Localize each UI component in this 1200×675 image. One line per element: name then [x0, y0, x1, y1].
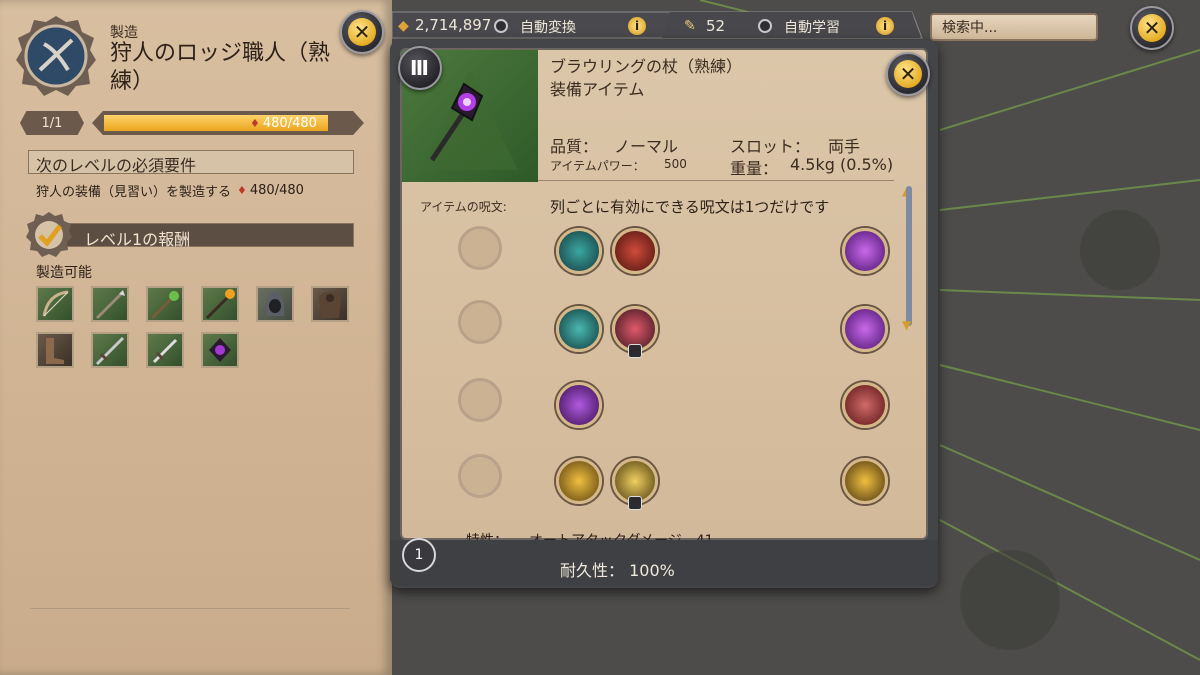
quality-label: 品質： [550, 137, 599, 156]
spell-leap-icon[interactable] [556, 306, 602, 352]
scrollbar[interactable] [906, 186, 912, 326]
spell-dash-icon[interactable] [556, 228, 602, 274]
spell-panther-icon[interactable] [556, 382, 602, 428]
craftable-label: 製造可能 [36, 265, 92, 281]
xp-bar-label: ♦ 480/480 [250, 115, 317, 131]
q-slot-icon [458, 226, 502, 270]
spell-werebear-icon[interactable] [842, 228, 888, 274]
slot-value: 両手 [828, 137, 861, 156]
spell-bloodlust-icon[interactable] [842, 382, 888, 428]
weight-label: 重量： [730, 159, 779, 178]
crafting-point-icon: ♦ [237, 184, 247, 197]
sword-icon[interactable] [146, 332, 184, 368]
auto-convert-toggle-icon[interactable] [494, 19, 508, 33]
spell-claw-icon[interactable] [612, 228, 658, 274]
xp-value: 480/480 [262, 115, 317, 131]
auto-learn-label: 自動学習 [784, 20, 840, 36]
close-window-button[interactable]: ✕ [1130, 6, 1174, 50]
stats-divider [538, 180, 894, 181]
weight-value: 4.5kg (0.5%) [790, 155, 894, 174]
profession-category: 製造 [110, 25, 138, 41]
hood-icon[interactable] [256, 286, 294, 322]
close-panel-button[interactable]: ✕ [340, 10, 384, 54]
item-power-label: アイテムパワー： [550, 159, 645, 173]
green-staff-icon[interactable] [146, 286, 184, 322]
torch-staff-icon[interactable] [201, 286, 239, 322]
spell-heart-icon[interactable] [556, 458, 602, 504]
menu-bars-icon: Ⅲ [410, 56, 430, 80]
amulet-icon[interactable] [201, 332, 239, 368]
requirement-text: 狩人の装備（見習い）を製造する [36, 185, 232, 200]
spells-header: アイテムの呪文: [420, 200, 507, 214]
e-slot-icon [458, 378, 502, 422]
silver-currency-icon: ◆ [398, 18, 409, 34]
passive-slot-icon [458, 454, 502, 498]
auto-convert-info-icon[interactable]: i [628, 17, 646, 35]
close-icon: ✕ [348, 18, 376, 46]
spells-note: 列ごとに有効にできる呪文は1つだけです [550, 198, 830, 216]
close-item-button[interactable]: ✕ [886, 52, 930, 96]
quality-value: ノーマル [614, 137, 679, 156]
hunter-lodge-emblem-icon [16, 16, 96, 96]
requirement-count-value: 480/480 [249, 183, 304, 198]
greatsword-icon[interactable] [91, 332, 129, 368]
requirements-title: 次のレベルの必須要件 [36, 156, 197, 175]
slot-label: スロット： [730, 137, 811, 156]
tome-icon: ✎ [684, 18, 696, 34]
gold-amount: 2,714,897 [415, 16, 492, 34]
reward-checkmark-icon [26, 212, 72, 257]
crafting-point-icon: ♦ [250, 116, 260, 130]
level-badge: 1/1 [20, 111, 84, 135]
spear-icon[interactable] [91, 286, 129, 322]
profession-title: 狩人のロッジ職人（熟練） [110, 41, 331, 94]
search-input[interactable] [930, 13, 1098, 41]
lock-icon [628, 344, 642, 358]
page-number-badge[interactable]: 1 [402, 538, 436, 572]
boots-icon[interactable] [36, 332, 74, 368]
w-slot-icon [458, 300, 502, 344]
tome-count: 52 [706, 17, 726, 35]
item-name: ブラウリングの杖（熟練） [550, 57, 743, 76]
reward-title: レベル1の報酬 [84, 230, 191, 249]
requirement-row: 狩人の装備（見習い）を製造する ♦ 480/480 [36, 181, 304, 200]
item-type: 装備アイテム [550, 80, 645, 99]
item-power-value: 500 [664, 157, 687, 171]
close-icon: ✕ [1138, 14, 1166, 42]
durability-text: 耐久性： 100% [560, 561, 675, 580]
scroll-down-arrow-icon[interactable]: ▼ [902, 318, 911, 332]
lock-icon [628, 496, 642, 510]
panel-divider [30, 608, 350, 609]
close-icon: ✕ [894, 60, 922, 88]
auto-convert-label: 自動変換 [520, 20, 576, 36]
requirement-count: ♦ 480/480 [237, 183, 304, 198]
auto-learn-toggle-icon[interactable] [758, 19, 772, 33]
item-menu-button[interactable]: Ⅲ [398, 46, 442, 90]
armor-icon[interactable] [311, 286, 349, 322]
auto-learn-info-icon[interactable]: i [876, 17, 894, 35]
spell-beast-icon[interactable] [842, 306, 888, 352]
spell-sword-icon[interactable] [842, 458, 888, 504]
bow-icon[interactable] [36, 286, 74, 322]
